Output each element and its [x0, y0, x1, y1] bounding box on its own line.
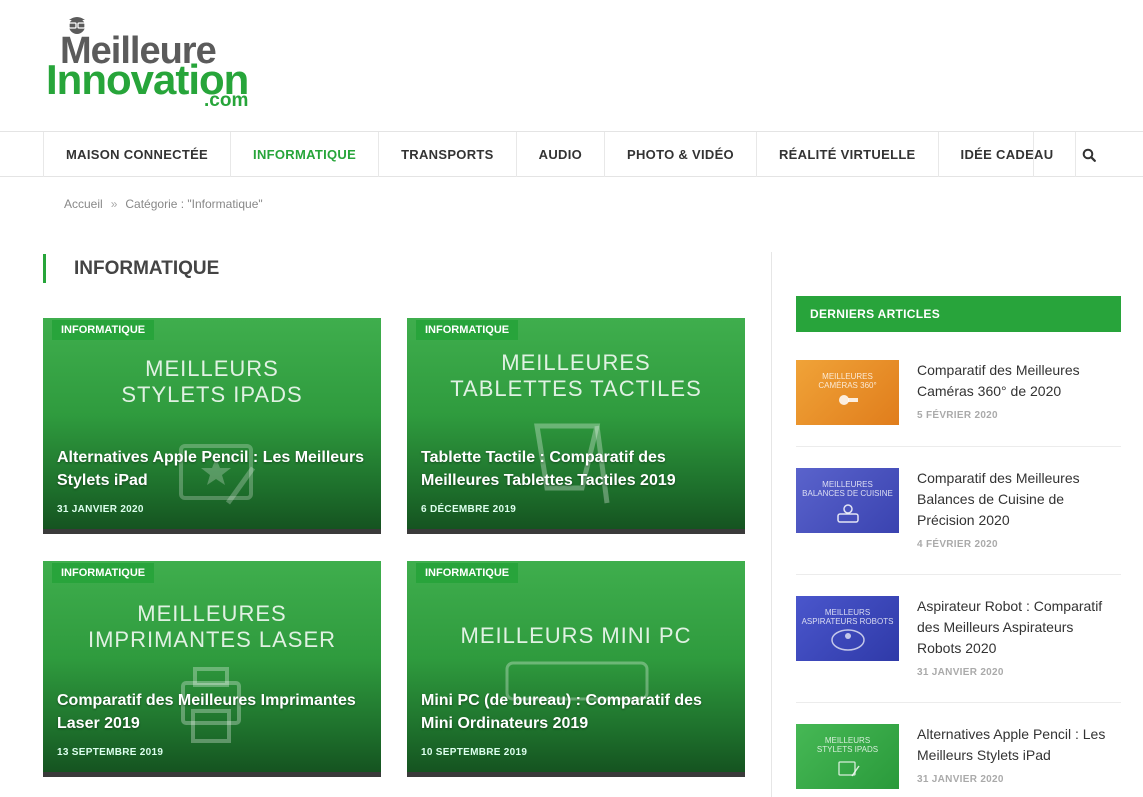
card-date: 13 SEPTEMBRE 2019 [57, 747, 164, 758]
search-button[interactable] [1033, 132, 1143, 177]
card-date: 6 DÉCEMBRE 2019 [421, 504, 517, 515]
nav-item-informatique[interactable]: INFORMATIQUE [231, 132, 380, 177]
nav-menu: MAISON CONNECTÉE INFORMATIQUE TRANSPORTS… [43, 132, 1077, 177]
tablet-pen-icon [179, 444, 256, 505]
card-banner: MEILLEURS MINI PC [460, 623, 692, 648]
article-card-stylets[interactable]: MEILLEURS STYLETS IPADS INFORMATIQUE Alt… [43, 318, 381, 534]
card-title[interactable]: Comparatif des Meilleures Imprimantes La… [57, 689, 367, 735]
nav-item-audio[interactable]: AUDIO [517, 132, 606, 177]
post-thumbnail[interactable]: MEILLEURS STYLETS IPADS [796, 724, 899, 789]
site-header: Meilleure Innovation .com [0, 0, 1143, 131]
main-nav: MAISON CONNECTÉE INFORMATIQUE TRANSPORTS… [0, 131, 1143, 177]
post-date: 31 JANVIER 2020 [917, 774, 1004, 785]
robot-vacuum-icon [831, 629, 865, 651]
card-banner: MEILLEURES TABLETTES TACTILES [450, 350, 702, 401]
post-thumbnail[interactable]: MEILLEURES BALANCES DE CUISINE [796, 468, 899, 533]
breadcrumb-separator: » [110, 197, 118, 211]
breadcrumb: Accueil » Catégorie : "Informatique" [64, 197, 263, 211]
card-title[interactable]: Alternatives Apple Pencil : Les Meilleur… [57, 446, 367, 492]
nav-item-maison-connectee[interactable]: MAISON CONNECTÉE [44, 132, 232, 177]
card-banner: MEILLEURS STYLETS IPADS [121, 356, 303, 407]
post-date: 4 FÉVRIER 2020 [917, 539, 998, 550]
post-thumbnail[interactable]: MEILLEURS ASPIRATEURS ROBOTS [796, 596, 899, 661]
nav-item-transports[interactable]: TRANSPORTS [379, 132, 517, 177]
scale-icon [837, 504, 859, 523]
post-title[interactable]: Aspirateur Robot : Comparatif des Meille… [917, 596, 1121, 659]
post-title[interactable]: Alternatives Apple Pencil : Les Meilleur… [917, 724, 1121, 766]
card-title[interactable]: Tablette Tactile : Comparatif des Meille… [421, 446, 731, 492]
breadcrumb-current: Catégorie : "Informatique" [125, 197, 263, 211]
post-title[interactable]: Comparatif des Meilleures Caméras 360° d… [917, 360, 1121, 402]
breadcrumb-home[interactable]: Accueil [64, 197, 103, 211]
post-date: 5 FÉVRIER 2020 [917, 410, 998, 421]
site-logo[interactable]: Meilleure Innovation .com [46, 14, 266, 114]
post-date: 31 JANVIER 2020 [917, 667, 1004, 678]
thumbnail-caption: MEILLEURES CAMÉRAS 360° [818, 372, 877, 390]
nav-item-photo-video[interactable]: PHOTO & VIDÉO [605, 132, 757, 177]
logo-line-3: .com [204, 90, 249, 111]
card-title[interactable]: Mini PC (de bureau) : Comparatif des Min… [421, 689, 731, 735]
category-badge[interactable]: INFORMATIQUE [52, 320, 155, 340]
category-badge[interactable]: INFORMATIQUE [416, 320, 519, 340]
mini-pc-icon [505, 661, 649, 701]
card-date: 31 JANVIER 2020 [57, 504, 144, 515]
page-title: INFORMATIQUE [43, 254, 219, 283]
sidebar-post: MEILLEURS ASPIRATEURS ROBOTS Aspirateur … [796, 596, 1121, 706]
tablet-pen-icon [838, 761, 860, 777]
thumbnail-caption: MEILLEURS STYLETS IPADS [816, 736, 879, 754]
article-card-mini-pc[interactable]: MEILLEURS MINI PC INFORMATIQUE Mini PC (… [407, 561, 745, 777]
column-divider [771, 252, 772, 797]
search-icon [1082, 148, 1096, 162]
post-thumbnail[interactable]: MEILLEURES CAMÉRAS 360° [796, 360, 899, 425]
sidebar-heading: DERNIERS ARTICLES [796, 296, 1121, 332]
category-badge[interactable]: INFORMATIQUE [52, 563, 155, 583]
card-date: 10 SEPTEMBRE 2019 [421, 747, 528, 758]
article-card-tablettes[interactable]: MEILLEURES TABLETTES TACTILES INFORMATIQ… [407, 318, 745, 534]
card-banner: MEILLEURES IMPRIMANTES LASER [87, 601, 337, 652]
sidebar-post: MEILLEURS STYLETS IPADS Alternatives App… [796, 724, 1121, 797]
sidebar-post: MEILLEURES BALANCES DE CUISINE Comparati… [796, 468, 1121, 578]
thumbnail-caption: MEILLEURES BALANCES DE CUISINE [802, 480, 893, 498]
post-title[interactable]: Comparatif des Meilleures Balances de Cu… [917, 468, 1121, 531]
category-badge[interactable]: INFORMATIQUE [416, 563, 519, 583]
camera-icon [839, 395, 858, 405]
article-card-imprimantes[interactable]: MEILLEURES IMPRIMANTES LASER INFORMATIQU… [43, 561, 381, 777]
printer-icon [181, 667, 241, 743]
sidebar-post: MEILLEURES CAMÉRAS 360° Comparatif des M… [796, 360, 1121, 470]
nav-item-realite-virtuelle[interactable]: RÉALITÉ VIRTUELLE [757, 132, 939, 177]
